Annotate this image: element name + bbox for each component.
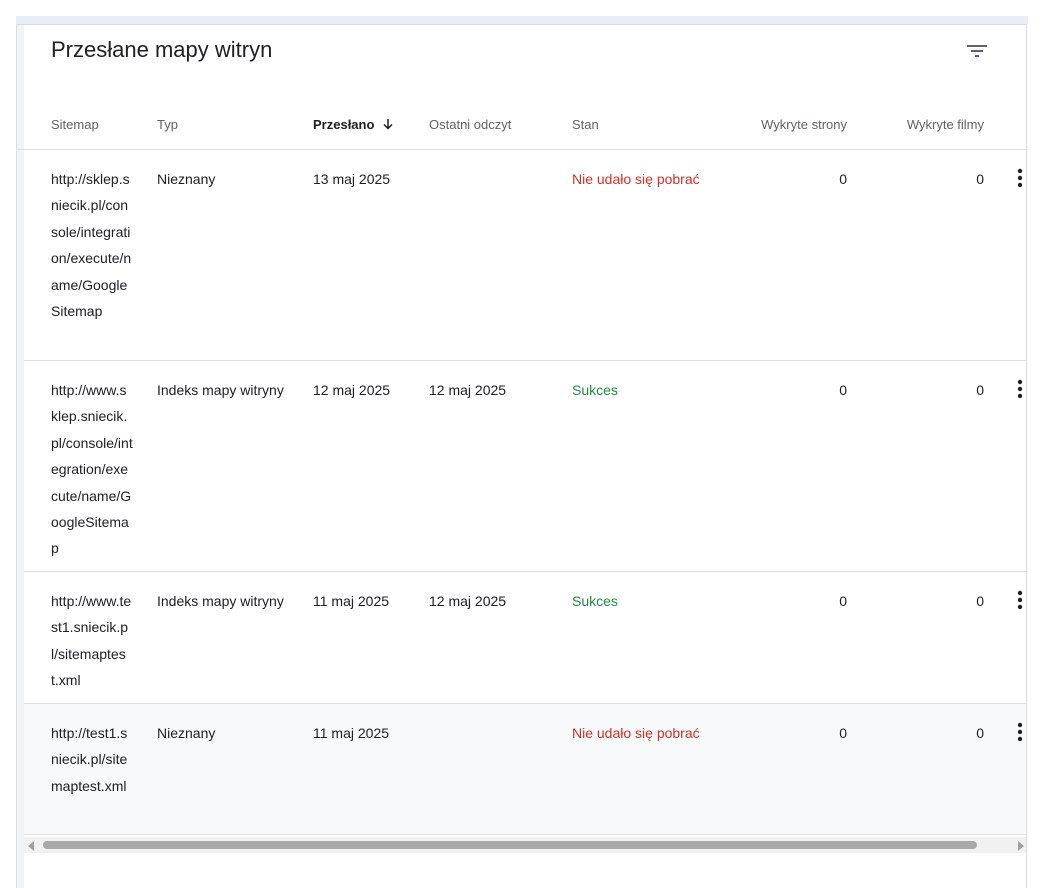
more-vert-icon [1017, 590, 1023, 610]
scroll-right-icon[interactable] [1018, 841, 1024, 851]
column-header-videos[interactable]: Wykryte filmy [854, 117, 984, 132]
discovered-pages: 0 [839, 171, 847, 187]
page-top-band [16, 16, 1028, 24]
submitted-date: 12 maj 2025 [313, 382, 391, 398]
row-menu-button[interactable] [1012, 166, 1026, 190]
sitemap-url[interactable]: http://www.sklep.sniecik.pl/console/inte… [51, 377, 133, 562]
discovered-videos: 0 [976, 725, 984, 741]
table-row[interactable]: http://sklep.sniecik.pl/console/integrat… [24, 150, 1026, 361]
last-read-date: 12 maj 2025 [429, 382, 507, 398]
column-header-type[interactable]: Typ [157, 117, 178, 132]
submitted-sitemaps-card: Przesłane mapy witryn Sitemap Typ Przesł… [16, 24, 1027, 888]
column-header-last-read[interactable]: Ostatni odczyt [429, 117, 511, 132]
sitemap-type: Indeks mapy witryny [157, 382, 284, 398]
column-header-submitted[interactable]: Przesłano [313, 117, 394, 133]
discovered-pages: 0 [839, 593, 847, 609]
discovered-videos: 0 [976, 593, 984, 609]
sitemap-url[interactable]: http://www.test1.sniecik.pl/sitemaptest.… [51, 588, 133, 694]
row-menu-button[interactable] [1012, 377, 1026, 401]
scrollbar-thumb[interactable] [43, 841, 977, 849]
status-label: Nie udało się pobrać [572, 725, 700, 741]
sitemap-type: Indeks mapy witryny [157, 593, 284, 609]
submitted-date: 13 maj 2025 [313, 171, 391, 187]
row-menu-button[interactable] [1012, 588, 1026, 612]
column-header-status[interactable]: Stan [572, 117, 599, 132]
status-label: Nie udało się pobrać [572, 171, 700, 187]
table-row[interactable]: http://www.test1.sniecik.pl/sitemaptest.… [24, 572, 1026, 704]
discovered-videos: 0 [976, 171, 984, 187]
table-row[interactable]: http://test1.sniecik.pl/sitemaptest.xml … [24, 704, 1026, 835]
sitemap-type: Nieznany [157, 171, 216, 187]
status-label: Sukces [572, 593, 618, 609]
sitemap-url[interactable]: http://test1.sniecik.pl/sitemaptest.xml [51, 720, 133, 799]
column-header-pages[interactable]: Wykryte strony [717, 117, 847, 132]
sitemap-type: Nieznany [157, 725, 216, 741]
card-left-edge [17, 25, 24, 888]
column-header-submitted-label: Przesłano [313, 117, 375, 132]
row-menu-button[interactable] [1012, 720, 1026, 744]
last-read-date: 12 maj 2025 [429, 593, 507, 609]
more-vert-icon [1017, 722, 1023, 742]
submitted-date: 11 maj 2025 [313, 725, 390, 741]
status-label: Sukces [572, 382, 618, 398]
discovered-pages: 0 [839, 382, 847, 398]
filter-button[interactable] [961, 35, 993, 67]
sitemap-url[interactable]: http://sklep.sniecik.pl/console/integrat… [51, 166, 133, 324]
filter-icon [967, 45, 987, 57]
arrow-down-icon [382, 118, 394, 133]
table-header: Sitemap Typ Przesłano Ostatni odczyt Sta… [17, 93, 1026, 150]
card-title: Przesłane mapy witryn [51, 37, 273, 62]
horizontal-scrollbar[interactable] [24, 837, 1026, 853]
table-row[interactable]: http://www.sklep.sniecik.pl/console/inte… [24, 361, 1026, 572]
more-vert-icon [1017, 379, 1023, 399]
more-vert-icon [1017, 168, 1023, 188]
discovered-videos: 0 [976, 382, 984, 398]
column-header-sitemap[interactable]: Sitemap [51, 117, 99, 132]
discovered-pages: 0 [839, 725, 847, 741]
submitted-date: 11 maj 2025 [313, 593, 390, 609]
scroll-left-icon[interactable] [28, 841, 34, 851]
